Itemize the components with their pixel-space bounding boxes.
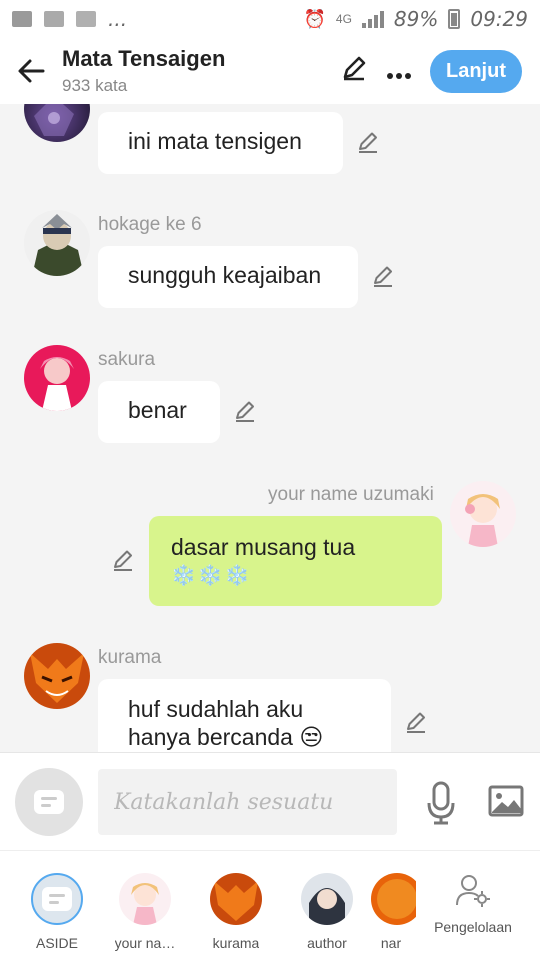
upload-notification-icon <box>76 11 96 27</box>
status-bar: ... ⏰ 4G 89% 09:29 <box>0 0 540 38</box>
character-avatar <box>301 873 353 925</box>
edit-message-button[interactable] <box>371 264 395 288</box>
pencil-icon <box>374 266 392 287</box>
alarm-icon: ⏰ <box>303 8 326 29</box>
manage-label: Pengelolaan <box>434 919 512 935</box>
image-icon[interactable] <box>488 785 524 817</box>
message-text: benar <box>128 397 187 423</box>
character-bar: ASIDE your na… kurama author nar Pengelo… <box>0 850 540 960</box>
battery-icon <box>448 9 461 29</box>
message-bubble[interactable]: benar <box>98 381 220 443</box>
message-text: ini mata tensigen <box>128 128 302 154</box>
pencil-icon <box>236 401 254 422</box>
character-avatar <box>210 873 262 925</box>
character-your-name[interactable]: your na… <box>105 873 185 951</box>
more-dots-icon <box>387 72 411 79</box>
sender-name: your name uzumaki <box>268 484 434 505</box>
more-options-button[interactable] <box>386 56 412 87</box>
edit-message-button[interactable] <box>111 548 135 572</box>
pencil-icon <box>359 132 377 153</box>
aside-icon <box>34 790 64 814</box>
sender-name: kurama <box>98 647 162 668</box>
pencil-icon <box>343 56 366 80</box>
more-notifications-text: ... <box>108 7 128 31</box>
avatar-sakura[interactable] <box>24 345 90 411</box>
character-label: nar <box>380 935 402 951</box>
avatar-hokage[interactable] <box>24 210 90 276</box>
battery-percent: 89% <box>393 7 439 31</box>
character-label: your na… <box>114 935 176 951</box>
character-author[interactable]: author <box>287 873 367 951</box>
pencil-icon <box>114 550 132 571</box>
character-avatar <box>119 873 171 925</box>
edit-message-button[interactable] <box>356 130 380 154</box>
message-bubble[interactable]: ini mata tensigen <box>98 112 343 174</box>
aside-icon <box>42 887 72 911</box>
manage-characters-button[interactable]: Pengelolaan <box>428 873 518 935</box>
message-input[interactable] <box>98 769 397 835</box>
message-text: sungguh keajaiban <box>128 262 322 288</box>
message-text: dasar musang tua <box>171 534 356 560</box>
message-bubble[interactable]: sungguh keajaiban <box>98 246 358 308</box>
aside-character-avatar <box>31 873 83 925</box>
character-label: author <box>307 935 347 951</box>
arrow-left-icon <box>18 59 45 83</box>
clock: 09:29 <box>470 7 528 31</box>
edit-message-button[interactable] <box>233 399 257 423</box>
message-text: huf sudahlah aku <box>128 696 304 722</box>
notification-app-icon <box>12 11 32 27</box>
message-text-line2: hanya bercanda 😒 <box>128 724 324 750</box>
back-button[interactable] <box>0 38 62 104</box>
sender-name: sakura <box>98 349 156 370</box>
story-title: Mata Tensaigen <box>62 46 226 71</box>
snowflake-emojis: ❄️❄️❄️ <box>171 565 252 587</box>
user-settings-icon <box>456 875 490 907</box>
pencil-icon <box>407 712 425 733</box>
avatar-your-name[interactable] <box>450 481 516 547</box>
chat-area[interactable]: ini mata tensigen hokage ke 6 sungguh ke… <box>0 104 540 752</box>
word-count: 933 kata <box>62 76 128 95</box>
network-type: 4G <box>335 12 352 26</box>
character-avatar <box>371 873 416 925</box>
next-button[interactable]: Lanjut <box>430 49 522 93</box>
message-bubble[interactable]: huf sudahlah aku hanya bercanda 😒 <box>98 679 391 752</box>
sender-name: hokage ke 6 <box>98 214 202 235</box>
character-label: kurama <box>212 935 260 951</box>
compose-bar <box>0 752 540 850</box>
avatar-sasuke[interactable] <box>24 104 90 142</box>
aside-toggle-button[interactable] <box>15 768 83 836</box>
character-kurama[interactable]: kurama <box>196 873 276 951</box>
character-naruto[interactable]: nar <box>356 873 416 951</box>
gallery-notification-icon <box>44 11 64 27</box>
avatar-kurama[interactable] <box>24 643 90 709</box>
character-aside[interactable]: ASIDE <box>17 873 97 951</box>
my-message-bubble[interactable]: dasar musang tua ❄️❄️❄️ <box>149 516 442 606</box>
microphone-icon[interactable] <box>426 781 456 825</box>
edit-title-button[interactable] <box>340 54 368 89</box>
app-header: Mata Tensaigen 933 kata Lanjut <box>0 38 540 104</box>
character-label: ASIDE <box>35 935 78 951</box>
signal-icon <box>361 10 384 28</box>
edit-message-button[interactable] <box>404 710 428 734</box>
